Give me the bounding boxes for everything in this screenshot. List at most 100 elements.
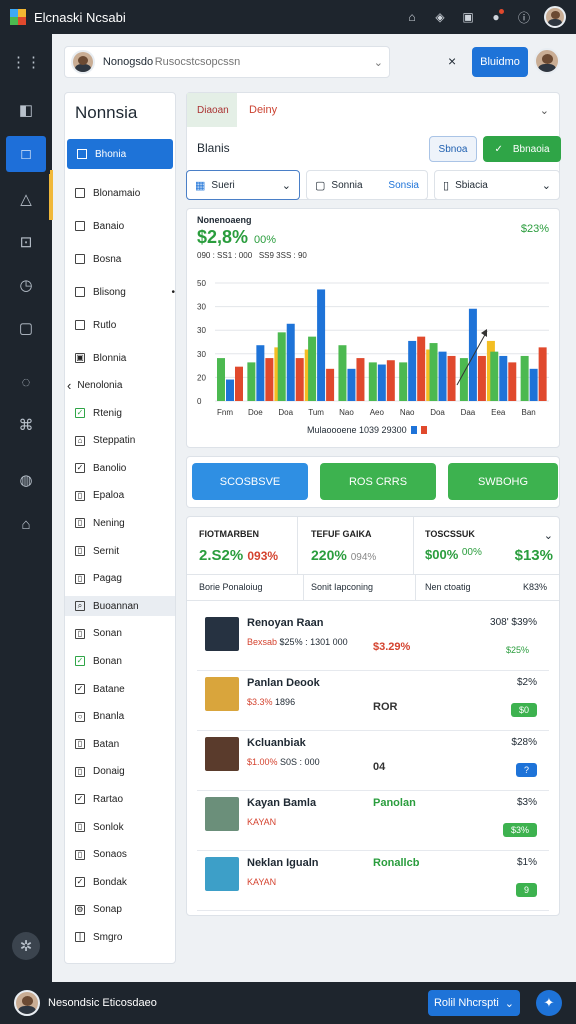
sidebar-subitem[interactable]: ▯ Batan	[75, 734, 175, 754]
chart-icon[interactable]: ⊡	[6, 224, 46, 260]
dashboard-icon[interactable]: □	[6, 136, 46, 172]
home-icon[interactable]: ⌂	[404, 9, 420, 25]
header-primary-button[interactable]: Bluidmo	[472, 47, 528, 77]
title-bar: Elcnaski Ncsabi ⌂ ◈ ▣ ● ⓘ	[0, 0, 576, 34]
item-badge[interactable]: 9	[515, 883, 537, 897]
list-header-col-2: Sonit Iapconing	[311, 582, 374, 592]
footer-action-button[interactable]: Rolil Nhcrspti ⌄	[428, 990, 520, 1016]
sidebar-subitem[interactable]: ⌕ Buoannan	[65, 596, 175, 617]
filter-select-2[interactable]: ▢ Sonnia Sonsia	[306, 170, 428, 200]
info-icon[interactable]: ⓘ	[516, 9, 532, 25]
sidebar-item[interactable]: Banaio	[75, 216, 175, 236]
sidebar-subitem[interactable]: ○ Bnanla	[75, 707, 175, 727]
item-sub2: $25% : 1301 000	[279, 637, 348, 647]
close-icon[interactable]: ×	[448, 53, 456, 69]
sidebar-subitem[interactable]: ✓ Bondak	[75, 872, 175, 892]
shield-icon[interactable]: ◈	[432, 9, 448, 25]
sidebar-subitem[interactable]: ⌂ Steppatin	[75, 431, 175, 451]
secondary-button[interactable]: Sbnoa	[429, 136, 477, 162]
apps-icon[interactable]: ▣	[460, 9, 476, 25]
check-icon: ✓	[75, 684, 85, 694]
list-item[interactable]: Panlan Deook $3.3% 1896 ROR $2% $0	[197, 667, 549, 731]
sidebar-selected-label: Bhonia	[95, 148, 127, 160]
item-sub1: KAYAN	[247, 817, 277, 827]
link-icon[interactable]: ⌘	[6, 407, 46, 443]
notification-icon[interactable]: ●	[488, 9, 504, 25]
list-item[interactable]: Kcluanbiak $1.00% S0S : 000 04 $28%?	[197, 727, 549, 791]
sidebar-item[interactable]: ▣ Blonnia	[75, 348, 175, 368]
settings-icon[interactable]: ✲	[12, 932, 40, 960]
chat-icon[interactable]: ◌	[6, 364, 46, 400]
sidebar-subitem[interactable]: ▯ Donaig	[75, 762, 175, 782]
chevron-down-icon[interactable]: ⌄	[374, 56, 383, 69]
sidebar-group-header[interactable]: ‹ Nenolonia	[65, 375, 165, 395]
item-mid: ROR	[373, 701, 398, 713]
search-icon: ⌕	[75, 601, 85, 612]
sidebar-item[interactable]: Rutlo	[75, 315, 175, 335]
kpi-3-change: 00%	[461, 547, 482, 558]
home-outline-icon[interactable]: ⌂	[6, 506, 46, 542]
sidebar-subitem[interactable]: ▯ Nening	[75, 513, 175, 533]
kpi-2: TEFUF GAIKA 220% 094%	[311, 529, 376, 563]
tab-value-select[interactable]: Deiny ⌄	[239, 93, 559, 127]
tab-diaoan[interactable]: Diaoan	[187, 93, 237, 127]
bar	[247, 362, 256, 401]
triangle-icon[interactable]: △	[6, 181, 46, 217]
sidebar-subitem[interactable]: ▯ Sernit	[75, 541, 175, 561]
search-input[interactable]	[154, 56, 374, 68]
kpi-3-value: $00%	[425, 547, 459, 562]
filter-select-3[interactable]: ▯ Sbiacia ⌄	[434, 170, 560, 200]
gear-icon: ⚙	[75, 904, 85, 915]
kpi-1-label: FIOTMARBEN	[199, 529, 259, 539]
chevron-down-icon[interactable]: ⌄	[544, 529, 553, 542]
action-button-3[interactable]: SWBOHG	[448, 463, 558, 500]
sidebar-subitem[interactable]: ✓ Rartao	[75, 789, 175, 809]
item-mid: Panolan	[373, 797, 416, 809]
item-mid: $3.29%	[373, 641, 411, 653]
sidebar-selected-item[interactable]: Bhonia	[67, 139, 173, 169]
sidebar-subitem[interactable]: ▯ Sonan	[75, 624, 175, 644]
filter-select-1[interactable]: ▦ Sueri ⌄	[186, 170, 300, 200]
sidebar-subitem[interactable]: ✓ Rtenig	[75, 403, 175, 423]
sidebar-item[interactable]: Blisong •	[75, 282, 175, 302]
primary-green-button[interactable]: ✓ Bbnaoia	[483, 136, 561, 162]
filter2-label: Sonnia	[331, 179, 363, 191]
item-badge[interactable]: $3%	[502, 823, 537, 837]
item-badge[interactable]: $25%	[498, 643, 537, 657]
comment-icon[interactable]: ◍	[6, 462, 46, 498]
grid-menu-icon[interactable]: ⋮⋮	[6, 44, 46, 80]
user-avatar[interactable]	[544, 6, 566, 28]
sidebar-subitem-label: Epaloa	[93, 490, 125, 502]
sidebar-subitem[interactable]: ⚙ Sonap	[75, 900, 175, 920]
clock-icon[interactable]: ◷	[6, 267, 46, 303]
window-icon[interactable]: ▢	[6, 310, 46, 346]
sidebar-subitem[interactable]: | Smgro	[75, 927, 175, 947]
list-item[interactable]: Kayan Bamla KAYAN Panolan $3% $3%	[197, 787, 549, 851]
sidebar-subitem[interactable]: ▯ Sonlok	[75, 817, 175, 837]
sidebar-subitem[interactable]: ✓ Batane	[75, 679, 175, 699]
sidebar-subitem-label: Batan	[93, 738, 120, 750]
x-tick-label: Eea	[491, 408, 506, 417]
sidebar-subitem-label: Rartao	[93, 793, 124, 805]
sidebar-subitem[interactable]: ✓ Banolio	[75, 458, 175, 478]
bar	[356, 358, 365, 401]
sidebar-subitem[interactable]: ✓ Bonan	[75, 651, 175, 671]
list-item[interactable]: Renoyan Raan Bexsab $25% : 1301 000 $3.29%…	[197, 607, 549, 671]
action-button-2[interactable]: ROS CRRS	[320, 463, 436, 500]
fab-button[interactable]: ✦	[536, 990, 562, 1016]
data-icon[interactable]: ◧	[6, 92, 46, 128]
item-badge[interactable]: $0	[510, 703, 537, 717]
sidebar-subitem[interactable]: ▯ Epaloa	[75, 486, 175, 506]
action-button-1[interactable]: SCOSBSVE	[192, 463, 308, 500]
x-tick-label: Doa	[430, 408, 445, 417]
item-badge[interactable]: ?	[515, 763, 537, 777]
kpi-3-label: TOSCSSUK	[425, 529, 475, 539]
sidebar-title: Nonnsia	[75, 103, 138, 122]
item-sub2: S0S : 000	[280, 757, 320, 767]
sidebar-item[interactable]: Bosna	[75, 249, 175, 269]
sidebar-item[interactable]: Blonamaio	[75, 183, 175, 203]
header-right-avatar[interactable]	[534, 48, 560, 74]
list-item[interactable]: Neklan Igualn KAYAN Ronallcb $1% 9	[197, 847, 549, 911]
sidebar-subitem[interactable]: ▯ Sonaos	[75, 845, 175, 865]
sidebar-subitem[interactable]: ▯ Pagag	[75, 569, 175, 589]
